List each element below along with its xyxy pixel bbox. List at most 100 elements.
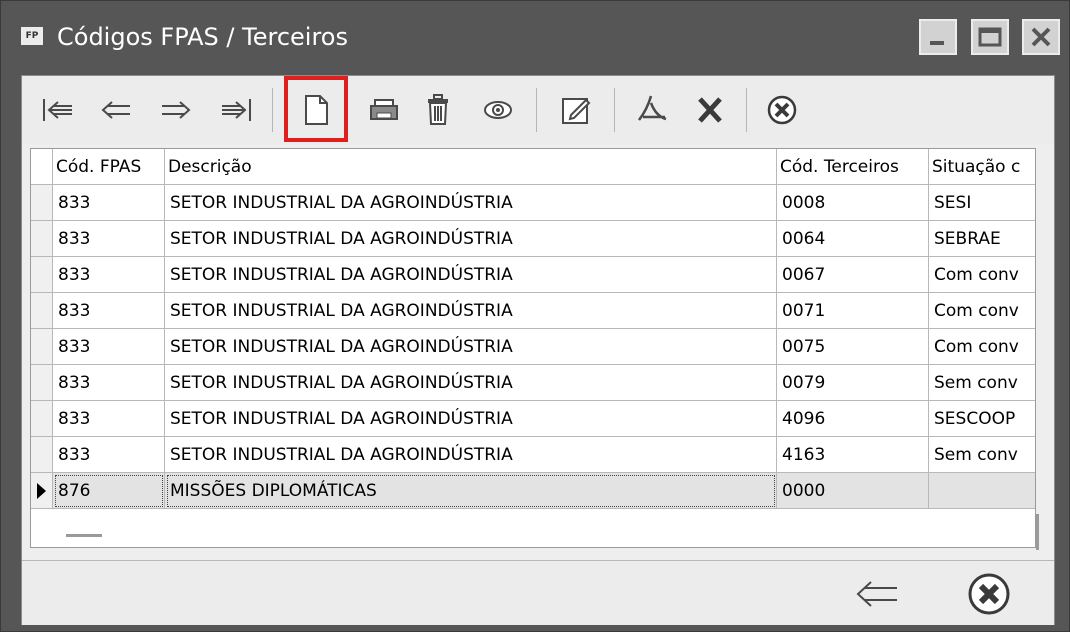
cell-situacao[interactable]: SESI	[929, 185, 1035, 221]
cell-fpas[interactable]: 833	[53, 401, 165, 437]
last-record-button[interactable]	[214, 88, 258, 132]
cell-descricao[interactable]: SETOR INDUSTRIAL DA AGROINDÚSTRIA	[165, 365, 777, 401]
cell-terceiros[interactable]: 0079	[777, 365, 929, 401]
row-indicator[interactable]	[31, 437, 53, 473]
cell-descricao[interactable]: MISSÕES DIPLOMÁTICAS	[165, 473, 777, 509]
cell-situacao[interactable]: SESCOOP	[929, 401, 1035, 437]
previous-record-button[interactable]	[94, 88, 138, 132]
cell-fpas[interactable]: 833	[53, 185, 165, 221]
toolbar	[22, 76, 1054, 144]
maximize-icon	[978, 27, 1002, 47]
table-row[interactable]: 833 SETOR INDUSTRIAL DA AGROINDÚSTRIA 0064…	[31, 221, 1035, 257]
toolbar-separator	[614, 88, 615, 132]
next-record-button[interactable]	[154, 88, 198, 132]
table-row[interactable]: 833 SETOR INDUSTRIAL DA AGROINDÚSTRIA 4163…	[31, 437, 1035, 473]
cell-descricao[interactable]: SETOR INDUSTRIAL DA AGROINDÚSTRIA	[165, 293, 777, 329]
close-circle-icon	[968, 573, 1010, 615]
column-header-descricao[interactable]: Descrição	[165, 149, 777, 185]
first-record-icon	[43, 99, 72, 121]
cell-descricao[interactable]: SETOR INDUSTRIAL DA AGROINDÚSTRIA	[165, 401, 777, 437]
cell-terceiros[interactable]: 4096	[777, 401, 929, 437]
cell-terceiros[interactable]: 0067	[777, 257, 929, 293]
cell-terceiros[interactable]: 0071	[777, 293, 929, 329]
cell-terceiros[interactable]: 0008	[777, 185, 929, 221]
print-button[interactable]	[362, 88, 406, 132]
export-pdf-button[interactable]	[630, 88, 674, 132]
column-header-fpas[interactable]: Cód. FPAS	[53, 149, 165, 185]
cell-terceiros[interactable]: 0075	[777, 329, 929, 365]
table-row[interactable]: 833 SETOR INDUSTRIAL DA AGROINDÚSTRIA 4096…	[31, 401, 1035, 437]
cell-fpas[interactable]: 833	[53, 437, 165, 473]
export-excel-button[interactable]	[688, 88, 732, 132]
row-indicator[interactable]	[31, 365, 53, 401]
first-record-button[interactable]	[36, 88, 80, 132]
cell-fpas[interactable]: 833	[53, 329, 165, 365]
table-row[interactable]: 833 SETOR INDUSTRIAL DA AGROINDÚSTRIA 0008…	[31, 185, 1035, 221]
new-record-highlight	[284, 76, 348, 142]
maximize-button[interactable]	[971, 19, 1009, 55]
cell-situacao[interactable]: Com conv	[929, 329, 1035, 365]
footer-bar	[22, 560, 1054, 625]
table-row[interactable]: 833 SETOR INDUSTRIAL DA AGROINDÚSTRIA 0075…	[31, 329, 1035, 365]
delete-button[interactable]	[416, 88, 460, 132]
table-row[interactable]: 833 SETOR INDUSTRIAL DA AGROINDÚSTRIA 0079…	[31, 365, 1035, 401]
close-window-button[interactable]	[1022, 19, 1060, 55]
print-icon	[370, 99, 398, 120]
edit-icon	[562, 98, 591, 124]
table-row[interactable]: 876 MISSÕES DIPLOMÁTICAS 0000	[31, 473, 1035, 509]
table-row[interactable]: 833 SETOR INDUSTRIAL DA AGROINDÚSTRIA 0071…	[31, 293, 1035, 329]
toolbar-separator	[272, 88, 273, 132]
close-circle-icon	[767, 95, 797, 125]
cell-situacao[interactable]: Com conv	[929, 293, 1035, 329]
cell-situacao[interactable]: Com conv	[929, 257, 1035, 293]
close-toolbar-button[interactable]	[760, 88, 804, 132]
title-bar[interactable]: FP Códigos FPAS / Terceiros	[1, 1, 1069, 75]
cell-descricao[interactable]: SETOR INDUSTRIAL DA AGROINDÚSTRIA	[165, 329, 777, 365]
cell-descricao[interactable]: SETOR INDUSTRIAL DA AGROINDÚSTRIA	[165, 221, 777, 257]
cell-situacao[interactable]: SEBRAE	[929, 221, 1035, 257]
next-record-icon	[162, 101, 191, 119]
scroll-indicator[interactable]	[1036, 514, 1039, 550]
cell-descricao[interactable]: SETOR INDUSTRIAL DA AGROINDÚSTRIA	[165, 437, 777, 473]
cell-situacao[interactable]: Sem conv	[929, 437, 1035, 473]
view-icon	[484, 101, 512, 119]
records-grid[interactable]: Cód. FPAS Descrição Cód. Terceiros Situa…	[30, 148, 1036, 548]
row-indicator[interactable]	[31, 221, 53, 257]
cell-fpas[interactable]: 833	[53, 257, 165, 293]
toolbar-separator	[746, 88, 747, 132]
cell-situacao[interactable]	[929, 473, 1035, 509]
current-row-arrow-icon	[37, 483, 46, 499]
row-indicator[interactable]	[31, 293, 53, 329]
row-indicator[interactable]	[31, 401, 53, 437]
grid-footer-dash	[66, 534, 102, 537]
cell-fpas[interactable]: 833	[53, 221, 165, 257]
delete-icon	[428, 94, 448, 125]
excel-icon	[698, 97, 722, 123]
cell-descricao[interactable]: SETOR INDUSTRIAL DA AGROINDÚSTRIA	[165, 185, 777, 221]
row-indicator[interactable]	[31, 473, 53, 509]
previous-record-icon	[101, 101, 130, 119]
back-arrow-icon	[856, 581, 897, 607]
column-header-situacao[interactable]: Situação c	[929, 149, 1035, 185]
cell-situacao[interactable]: Sem conv	[929, 365, 1035, 401]
cell-fpas[interactable]: 833	[53, 293, 165, 329]
cell-fpas[interactable]: 876	[53, 473, 165, 509]
minimize-button[interactable]	[919, 19, 957, 55]
cell-terceiros[interactable]: 0000	[777, 473, 929, 509]
row-indicator[interactable]	[31, 329, 53, 365]
edit-button[interactable]	[554, 88, 598, 132]
table-row[interactable]: 833 SETOR INDUSTRIAL DA AGROINDÚSTRIA 0067…	[31, 257, 1035, 293]
app-icon: FP	[21, 27, 43, 45]
row-indicator[interactable]	[31, 257, 53, 293]
column-header-terceiros[interactable]: Cód. Terceiros	[777, 149, 929, 185]
cell-fpas[interactable]: 833	[53, 365, 165, 401]
row-indicator[interactable]	[31, 185, 53, 221]
back-button[interactable]	[852, 569, 902, 619]
cell-terceiros[interactable]: 4163	[777, 437, 929, 473]
cell-descricao[interactable]: SETOR INDUSTRIAL DA AGROINDÚSTRIA	[165, 257, 777, 293]
view-button[interactable]	[476, 88, 520, 132]
last-record-icon	[222, 99, 251, 121]
cell-terceiros[interactable]: 0064	[777, 221, 929, 257]
row-indicator-header	[31, 149, 53, 185]
close-button[interactable]	[964, 569, 1014, 619]
